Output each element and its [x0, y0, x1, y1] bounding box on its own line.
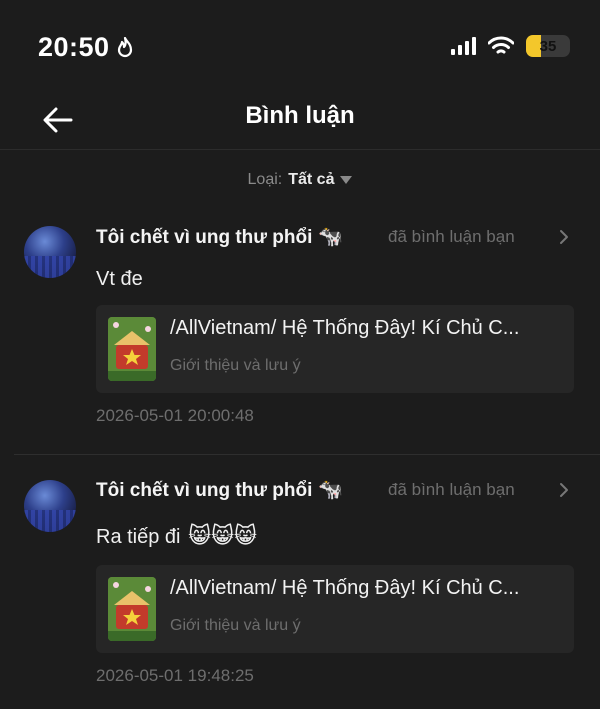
story-subtitle: Giới thiệu và lưu ý: [170, 617, 301, 634]
story-card[interactable]: /AllVietnam/ Hệ Thống Đây! Kí Chủ C... G…: [96, 565, 574, 653]
status-indicators: 35: [451, 34, 570, 58]
username-text: Tôi chết vì ung thư phổi: [96, 480, 313, 501]
avatar[interactable]: [24, 480, 76, 532]
status-bar: 20:50 35: [0, 0, 600, 90]
battery-icon: 35: [526, 35, 570, 57]
username[interactable]: Tôi chết vì ung thư phổi 🐄: [96, 224, 343, 249]
time-label: 20:50: [38, 32, 110, 62]
cat-emojis: 😸😸😸: [188, 523, 257, 548]
username[interactable]: Tôi chết vì ung thư phổi 🐄: [96, 477, 343, 502]
chevron-right-icon[interactable]: [556, 482, 572, 498]
nav-bar: Bình luận: [0, 90, 600, 150]
story-cover: [108, 577, 156, 641]
timestamp: 2026-05-01 19:48:25: [96, 666, 254, 685]
story-card[interactable]: /AllVietnam/ Hệ Thống Đây! Kí Chủ C... G…: [96, 305, 574, 393]
page-title: Bình luận: [245, 102, 355, 129]
comment-body: Ra tiếp đi: [96, 526, 181, 548]
status-time: 20:50: [38, 32, 134, 63]
wifi-icon: [488, 36, 514, 54]
comment-body: Vt đe: [96, 268, 143, 290]
story-subtitle: Giới thiệu và lưu ý: [170, 357, 301, 374]
flame-icon: [117, 36, 132, 57]
story-title: /AllVietnam/ Hệ Thống Đây! Kí Chủ C...: [170, 317, 520, 339]
filter-label: Loại:: [247, 171, 283, 188]
divider: [14, 454, 600, 455]
comment-text: Vt đe: [96, 268, 143, 291]
cow-emoji: 🐄: [318, 226, 344, 248]
caret-down-icon: [340, 176, 353, 184]
action-text: đã bình luận bạn: [388, 227, 515, 246]
chevron-right-icon[interactable]: [556, 229, 572, 245]
filter-value: Tất cả: [288, 171, 335, 188]
battery-level: 35: [539, 37, 557, 55]
avatar[interactable]: [24, 226, 76, 278]
cow-emoji: 🐄: [318, 479, 344, 501]
cellular-signal-icon: [451, 37, 476, 55]
type-filter[interactable]: Loại: Tất cả: [0, 168, 600, 192]
username-text: Tôi chết vì ung thư phổi: [96, 227, 313, 248]
story-title: /AllVietnam/ Hệ Thống Đây! Kí Chủ C...: [170, 577, 520, 599]
timestamp: 2026-05-01 20:00:48: [96, 406, 254, 425]
comment-text: Ra tiếp đi 😸😸😸: [96, 523, 257, 549]
story-cover: [108, 317, 156, 381]
story-cover-image: [108, 317, 156, 381]
story-cover-image: [108, 577, 156, 641]
action-text: đã bình luận bạn: [388, 480, 515, 499]
